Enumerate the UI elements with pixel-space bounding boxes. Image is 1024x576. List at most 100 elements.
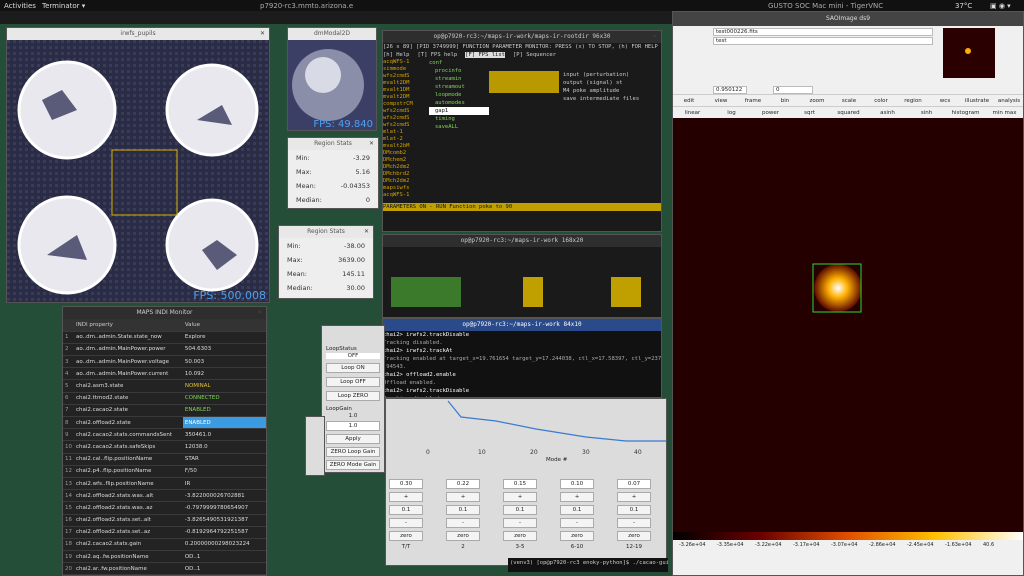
term-menu-item[interactable]: [F] FPS list [465,52,505,58]
loop-zero-button[interactable]: Loop ZERO [326,391,380,401]
table-row[interactable]: 10 chai2.cacao2.stats.safeSkips 12038.0 [63,440,266,454]
gain-value-field[interactable]: 0.07 [617,479,651,489]
table-row[interactable]: 7 chai2.cacao2.state ENABLED [63,404,266,418]
mode-gain-panel[interactable]: 0 10 20 30 40 Mode # 0.30 +0.1 - zero T/T 0.22 +0.… [385,398,667,566]
gain-zero-button[interactable]: zero [503,531,537,541]
fps-tree-item[interactable]: conf [429,59,489,67]
zero-mode-gain-button[interactable]: ZERO Mode Gain [326,460,380,470]
table-row[interactable]: 16 chai2.offload2.stats.set..alt -3.826549… [63,514,266,527]
fps-list-item[interactable]: mlat-2 [383,136,429,143]
gain-plus-button[interactable]: + [617,492,651,502]
term-menu-item[interactable]: [h] Help [383,52,410,58]
gain-zero-button[interactable]: zero [446,531,480,541]
gain-step-field[interactable]: 0.1 [503,505,537,515]
ds9-image-canvas[interactable] [673,118,1023,532]
gain-minus-button[interactable]: - [446,518,480,528]
fps-list-item[interactable]: wfs2cmdS [383,122,429,129]
loop-on-button[interactable]: Loop ON [326,363,380,373]
ds9-window[interactable]: SAOImage ds9 test000226.fits test 0.9501… [672,11,1024,576]
fps-list-item[interactable]: mlat-1 [383,129,429,136]
fps-list-item[interactable]: mapsiwfs [383,185,429,192]
chai-shell-terminal[interactable]: op@p7920-rc3:~/maps-ir-work 84x10 chai2>… [382,318,662,398]
gain-step-field[interactable]: 0.1 [560,505,594,515]
table-row[interactable]: 13 chai2.wfs..flip.positionName IR [63,477,266,491]
fps-list-item[interactable]: DMchbrd2 [383,171,429,178]
fps-list-item[interactable]: mvalt2DM [383,94,429,101]
table-row[interactable]: 17 chai2.offload2.stats.set..az -0.8192964… [63,526,266,539]
apply-button[interactable]: Apply [326,434,380,444]
activities-button[interactable]: Activities [4,2,36,10]
irwfs-window[interactable]: irwfs_pupils ✕ FPS: 500.008 [6,27,270,303]
table-row[interactable]: 3 ao..dm..admin.MainPower.voltage 50.003 [63,355,266,369]
fps-tree-item[interactable]: automodes [429,99,489,107]
fps-list-item[interactable]: mvalt2bM [383,143,429,150]
fps-tree-item[interactable]: saveALL [429,123,489,131]
fps-tree-item[interactable]: timing [429,115,489,123]
table-row[interactable]: 11 chai2.cal..flip.positionName STAR [63,453,266,466]
gain-step-field[interactable]: 0.1 [617,505,651,515]
gain-zero-button[interactable]: zero [560,531,594,541]
fps-list-item[interactable]: acqWFS-1 [383,192,429,199]
gain-minus-button[interactable]: - [617,518,651,528]
gain-value-field[interactable]: 0.22 [446,479,480,489]
close-icon[interactable]: ✕ [257,307,262,319]
gain-plus-button[interactable]: + [446,492,480,502]
panner-thumbnail[interactable] [943,28,995,78]
table-row[interactable]: 12 chai2.p4..flip.positionName F/50 [63,465,266,478]
gain-plus-button[interactable]: + [389,492,423,502]
table-row[interactable]: 4 ao..dm..admin.MainPower.current 10.092 [63,367,266,381]
close-icon[interactable]: ✕ [260,28,265,40]
table-row[interactable]: 6 chai2.ttmod2.state CONNECTED [63,392,266,405]
table-row[interactable]: 1 ao..dm..admin.State.state_now Explore [63,331,266,344]
indi-monitor-window[interactable]: MAPS INDI Monitor ✕ INDI property Value 1a… [62,306,267,576]
table-row[interactable]: 19 chai2.aq..fw.positionName OD..1 [63,550,266,564]
app-menu[interactable]: Terminator ▾ [42,2,85,10]
gain-value-field[interactable]: 0.30 [389,479,423,489]
dm-modal-window[interactable]: dmModal2D FPS: 49.840 [287,27,377,131]
term-menu-item[interactable]: [T] FPS help [418,52,458,58]
table-row[interactable]: 2 ao..dm..admin.MainPower.power 504.6303 [63,343,266,357]
fps-tree-item[interactable]: loopmode [429,91,489,99]
gain-minus-button[interactable]: - [389,518,423,528]
fps-list-item[interactable]: DMch2dm2 [383,178,429,185]
fps-tree-item[interactable]: streamout [429,83,489,91]
loop-control-panel[interactable]: LoopStatus OFF Loop ON Loop OFF Loop ZER… [321,325,385,473]
table-row[interactable]: 18 chai2.cacao2.stats.gain 0.2000000029802… [63,538,266,552]
gain-plus-button[interactable]: + [560,492,594,502]
fps-list-item[interactable]: DMcomb2 [383,150,429,157]
gain-value-field[interactable]: 0.10 [560,479,594,489]
fps-list-item[interactable]: acqWFS-1 [383,59,429,66]
close-icon[interactable]: ✕ [364,226,369,238]
table-row[interactable]: 15 chai2.offload2.stats.was..az -0.7979999… [63,501,266,515]
table-row[interactable]: 14 chai2.offload2.stats.was..alt -3.822000… [63,489,266,503]
fps-list-item[interactable]: compstrCM [383,101,429,108]
term-menu-item[interactable]: [P] Sequencer [513,52,556,58]
gain-zero-button[interactable]: zero [617,531,651,541]
table-row[interactable]: 9 chai2.cacao2.stats.commandsSent 350461.0 [63,428,266,442]
gain-value-field[interactable]: 0.15 [503,479,537,489]
fps-list-item[interactable]: wfs2cmdS [383,73,429,80]
table-row[interactable]: 20 chai2.ar..fw.positionName OD..1 [63,562,266,575]
fps-list-item[interactable]: wfs2cmdS [383,115,429,122]
zero-loop-gain-button[interactable]: ZERO Loop Gain [326,447,380,457]
gain-step-field[interactable]: 0.1 [446,505,480,515]
system-tray-icons[interactable]: ▣ ◉ ▾ [990,2,1011,10]
table-row[interactable]: 5 chai2.asm3.state NOMINAL [63,379,266,393]
gain-plus-button[interactable]: + [503,492,537,502]
fps-monitor-terminal[interactable]: op@p7920-rc3:~/maps-ir-work/maps-ir-root… [382,30,662,232]
table-row[interactable]: 8 chai2.offload2.state ENABLED [63,416,266,430]
fps-list-item[interactable]: DMch2dm2 [383,164,429,171]
fps-list-item[interactable]: DMchem2 [383,157,429,164]
bottom-shell-prompt[interactable]: (venv3) [op@p7920-rc3 enoky-python]$ ./c… [508,558,668,572]
close-icon[interactable]: ✕ [653,31,657,43]
hidden-panel[interactable] [305,416,325,476]
fps-tree-item[interactable]: gap1 [429,107,489,115]
gain-step-field[interactable]: 0.1 [389,505,423,515]
gain-minus-button[interactable]: - [503,518,537,528]
fps-tree-item[interactable]: procinfo [429,67,489,75]
fps-list-item[interactable]: simmode [383,66,429,73]
loop-gain-input[interactable]: 1.0 [326,421,380,431]
loop-off-button[interactable]: Loop OFF [326,377,380,387]
fps-tree-item[interactable]: streamin [429,75,489,83]
fps-list-item[interactable]: mvalt2DM [383,80,429,87]
